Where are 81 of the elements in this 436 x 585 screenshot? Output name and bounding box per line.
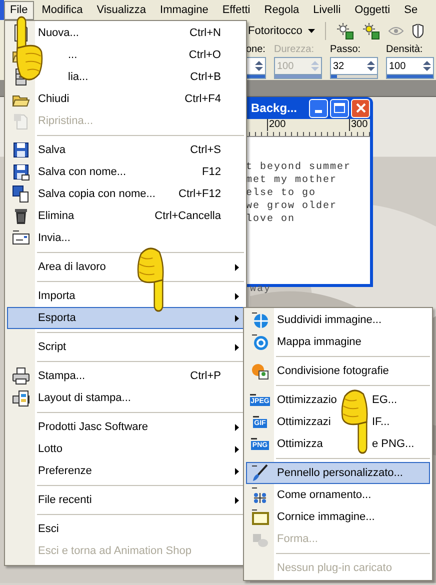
menu-item[interactable]: Come ornamento... bbox=[246, 484, 430, 506]
canvas-text: way bbox=[250, 284, 272, 296]
spin-field[interactable]: 32 bbox=[330, 57, 378, 75]
menu-item[interactable]: Preferenze bbox=[7, 460, 244, 482]
menu-item[interactable]: Prodotti Jasc Software bbox=[7, 416, 244, 438]
option-label: one: bbox=[246, 43, 266, 57]
menu-bar-item[interactable]: Oggetti bbox=[348, 0, 396, 20]
ruler-label: 200 bbox=[267, 119, 286, 131]
spin-field[interactable]: 100 bbox=[386, 57, 434, 75]
menu-item[interactable]: Script bbox=[7, 336, 244, 358]
submenu-arrow-icon bbox=[235, 446, 239, 452]
submenu-arrow-icon bbox=[235, 424, 239, 430]
submenu-arrow-icon bbox=[235, 292, 239, 300]
card-icon bbox=[12, 229, 30, 247]
spin-field[interactable] bbox=[246, 57, 266, 75]
maximize-button[interactable] bbox=[330, 98, 349, 118]
shield-icon[interactable] bbox=[412, 24, 424, 38]
menu-item[interactable]: Area di lavoro bbox=[7, 256, 244, 278]
option-label: Passo: bbox=[330, 43, 362, 57]
preset-dropdown[interactable]: Fotoritocco bbox=[248, 22, 320, 40]
sun-photo-icon[interactable] bbox=[336, 22, 354, 40]
menu-item[interactable]: Layout di stampa... bbox=[7, 387, 244, 409]
menu-item[interactable]: Salva copia con nome... Ctrl+F12 bbox=[7, 183, 244, 205]
page-icon bbox=[12, 112, 30, 130]
menu-bar-item[interactable]: Immagine bbox=[154, 0, 214, 20]
printer-icon bbox=[12, 367, 30, 385]
canvas-text: t beyond summer bbox=[246, 161, 352, 174]
menu-bar-item[interactable]: Modifica bbox=[36, 0, 89, 20]
menu-item[interactable]: Lotto bbox=[7, 438, 244, 460]
spin-arrows-icon[interactable] bbox=[365, 59, 377, 73]
menu-bar-item[interactable]: Regola bbox=[258, 0, 306, 20]
menu-item[interactable]: Elimina Ctrl+Cancella bbox=[7, 205, 244, 227]
menu-item[interactable]: Condivisione fotografie bbox=[246, 360, 430, 382]
photo-share-icon bbox=[251, 362, 269, 380]
menu-bar-item[interactable]: Visualizza bbox=[90, 0, 152, 20]
level-track[interactable] bbox=[330, 75, 378, 79]
floppy-disk-icon bbox=[12, 185, 30, 203]
target-icon bbox=[251, 333, 269, 351]
menu-item[interactable]: Chiudi Ctrl+F4 bbox=[7, 88, 244, 110]
frame-icon bbox=[251, 508, 269, 526]
trash-icon bbox=[12, 207, 30, 225]
menu-item[interactable]: Esporta bbox=[7, 307, 244, 329]
menu-item[interactable]: Esci bbox=[7, 518, 244, 540]
submenu-arrow-icon bbox=[235, 468, 239, 474]
minimize-button[interactable] bbox=[309, 98, 328, 118]
dots-icon bbox=[251, 486, 269, 504]
caret-icon bbox=[308, 29, 316, 33]
menu-item[interactable]: Invia... bbox=[7, 227, 244, 249]
canvas-text: else to go bbox=[246, 187, 316, 200]
menu-bar-item[interactable]: File bbox=[4, 0, 34, 20]
menu-bar-item[interactable]: Effetti bbox=[216, 0, 256, 20]
menu-item[interactable]: Salva con nome... F12 bbox=[7, 161, 244, 183]
option-label: Durezza: bbox=[274, 43, 316, 57]
menu-item[interactable]: Importa bbox=[7, 285, 244, 307]
menu-item[interactable]: Stampa... Ctrl+P bbox=[7, 365, 244, 387]
menu-item[interactable]: Cornice immagine... bbox=[246, 506, 430, 528]
spin-arrows-icon[interactable] bbox=[421, 59, 433, 73]
menu-item[interactable]: Salva Ctrl+S bbox=[7, 139, 244, 161]
submenu-arrow-icon bbox=[235, 496, 239, 504]
window-title: Backg... bbox=[250, 100, 298, 117]
menu-item[interactable]: Pennello personalizzato... bbox=[246, 462, 430, 484]
close-icon bbox=[356, 103, 366, 113]
menu-bar-item[interactable]: Se bbox=[398, 0, 424, 20]
submenu-arrow-icon bbox=[235, 314, 239, 322]
paintbrush-icon bbox=[251, 464, 269, 482]
sun-photo-icon[interactable] bbox=[362, 22, 380, 40]
printer-icon bbox=[12, 389, 30, 407]
ruler-label: 300 bbox=[349, 119, 368, 131]
menu-item[interactable]: Mappa immagine bbox=[246, 331, 430, 353]
submenu-arrow-icon bbox=[235, 344, 239, 350]
canvas-text: love on bbox=[246, 213, 296, 226]
globe-icon bbox=[251, 311, 269, 329]
submenu-arrow-icon bbox=[235, 264, 239, 270]
spin-arrows-icon[interactable] bbox=[253, 59, 265, 73]
menu-item[interactable]: File recenti bbox=[7, 489, 244, 511]
minimize-icon bbox=[315, 110, 322, 112]
option-label: Densità: bbox=[386, 43, 424, 57]
menu-item[interactable]: Suddividi immagine... bbox=[246, 309, 430, 331]
maximize-icon bbox=[334, 103, 345, 113]
menu-bar-item[interactable]: Livelli bbox=[307, 0, 347, 20]
close-button[interactable] bbox=[351, 98, 370, 118]
